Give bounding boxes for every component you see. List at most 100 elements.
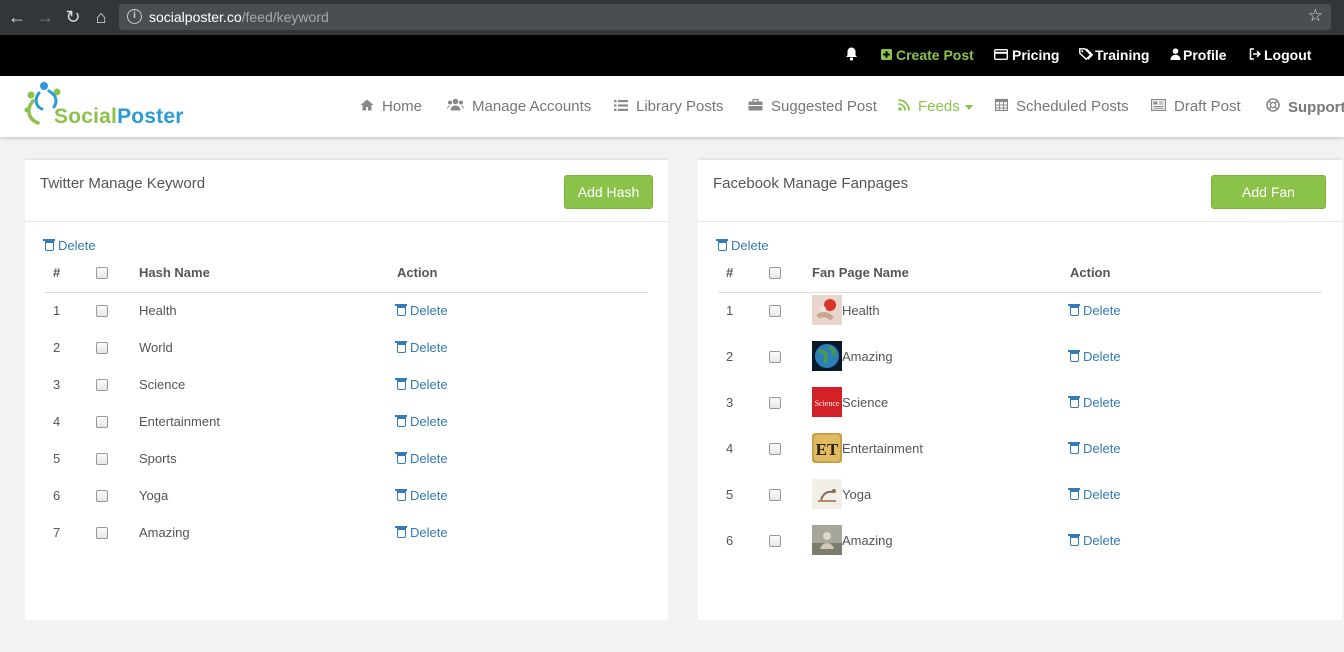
training-label: Training	[1095, 47, 1150, 63]
amazing-thumb[interactable]	[812, 525, 842, 555]
row-delete-link[interactable]: Delete	[1068, 487, 1121, 502]
column-header-hash-name: Hash Name	[139, 265, 210, 280]
nav-library-posts[interactable]: Library Posts	[614, 98, 724, 115]
home-icon[interactable]: ⌂	[90, 6, 112, 28]
nav-support[interactable]: Support	[1266, 98, 1344, 116]
science-thumb[interactable]: Science	[812, 387, 842, 417]
nav-draft-post-label: Draft Post	[1174, 98, 1241, 115]
row-checkbox[interactable]	[96, 490, 108, 502]
bulk-delete-label: Delete	[731, 238, 769, 253]
row-checkbox[interactable]	[96, 527, 108, 539]
bulk-delete-link[interactable]: Delete	[43, 238, 96, 253]
trash-icon	[1068, 534, 1080, 546]
et-thumb[interactable]: ET	[812, 433, 842, 463]
row-checkbox[interactable]	[96, 416, 108, 428]
row-delete-link[interactable]: Delete	[395, 377, 448, 392]
row-checkbox[interactable]	[96, 342, 108, 354]
trash-icon	[395, 304, 407, 316]
bulk-delete-link[interactable]: Delete	[716, 238, 769, 253]
life-ring-icon	[1266, 98, 1280, 115]
row-delete-link[interactable]: Delete	[1068, 533, 1121, 548]
trash-icon	[1068, 350, 1080, 362]
nav-library-posts-label: Library Posts	[636, 98, 724, 115]
row-delete-link[interactable]: Delete	[395, 340, 448, 355]
create-post-label: Create Post	[896, 47, 974, 63]
panel-header: Twitter Manage Keyword Add Hash	[25, 160, 668, 222]
row-delete-label: Delete	[410, 377, 448, 392]
row-number: 3	[53, 377, 61, 392]
logout-label: Logout	[1264, 47, 1312, 63]
row-checkbox[interactable]	[96, 379, 108, 391]
nav-scheduled-posts-label: Scheduled Posts	[1016, 98, 1129, 115]
row-number: 1	[726, 303, 734, 318]
add-hash-button[interactable]: Add Hash	[564, 175, 653, 209]
column-header-number: #	[53, 265, 61, 280]
hash-name: Amazing	[139, 525, 190, 540]
header-divider	[718, 292, 1322, 293]
row-checkbox[interactable]	[96, 453, 108, 465]
nav-suggested-post[interactable]: Suggested Post	[748, 98, 877, 115]
forward-arrow-icon[interactable]: →	[34, 6, 56, 28]
caret-down-icon	[964, 104, 973, 110]
row-checkbox[interactable]	[769, 489, 781, 501]
pricing-link[interactable]: Pricing	[993, 47, 1059, 63]
row-delete-link[interactable]: Delete	[395, 525, 448, 540]
nav-scheduled-posts[interactable]: Scheduled Posts	[994, 98, 1129, 115]
reload-icon[interactable]: ↻	[62, 6, 84, 28]
yoga-thumb[interactable]	[812, 479, 842, 509]
earth-thumb[interactable]	[812, 341, 842, 371]
add-fan-page-button[interactable]: Add Fan Page	[1211, 175, 1326, 232]
social-poster-logo[interactable]: SocialPoster	[24, 81, 214, 131]
info-icon[interactable]: i	[127, 9, 142, 24]
row-delete-link[interactable]: Delete	[395, 414, 448, 429]
plus-square-icon	[881, 49, 892, 63]
row-delete-link[interactable]: Delete	[395, 488, 448, 503]
briefcase-icon	[748, 98, 763, 114]
row-checkbox[interactable]	[769, 351, 781, 363]
row-delete-link[interactable]: Delete	[1068, 441, 1121, 456]
row-delete-link[interactable]: Delete	[395, 303, 448, 318]
back-arrow-icon[interactable]: ←	[6, 6, 28, 28]
nav-feeds[interactable]: Feeds	[898, 98, 973, 115]
create-post-link[interactable]: Create Post	[881, 47, 974, 63]
row-delete-link[interactable]: Delete	[1068, 349, 1121, 364]
row-delete-link[interactable]: Delete	[1068, 303, 1121, 318]
row-delete-label: Delete	[410, 303, 448, 318]
row-checkbox[interactable]	[769, 535, 781, 547]
hash-name: World	[139, 340, 173, 355]
logout-link[interactable]: Logout	[1249, 47, 1311, 63]
row-number: 4	[53, 414, 61, 429]
row-checkbox[interactable]	[769, 443, 781, 455]
training-link[interactable]: Training	[1079, 47, 1149, 63]
top-utility-bar: Create Post Pricing Training Profile Log…	[0, 35, 1344, 76]
url-text[interactable]: socialposter.co/feed/keyword	[149, 9, 329, 25]
bookmark-star-icon[interactable]: ☆	[1308, 6, 1323, 26]
twitter-keyword-panel: Twitter Manage Keyword Add Hash Delete #…	[25, 158, 668, 620]
health-thumb[interactable]	[812, 295, 842, 325]
row-number: 3	[726, 395, 734, 410]
address-bar[interactable]: i socialposter.co/feed/keyword ☆	[119, 4, 1331, 30]
logo-wordmark: SocialPoster	[54, 105, 184, 128]
trash-icon	[1068, 304, 1080, 316]
row-checkbox[interactable]	[769, 397, 781, 409]
row-checkbox[interactable]	[769, 305, 781, 317]
nav-manage-accounts[interactable]: Manage Accounts	[447, 98, 591, 115]
nav-home[interactable]: Home	[360, 98, 422, 115]
trash-icon	[395, 415, 407, 427]
trash-icon	[43, 239, 55, 251]
trash-icon	[1068, 442, 1080, 454]
newspaper-icon	[1151, 99, 1167, 114]
select-all-checkbox[interactable]	[96, 267, 108, 279]
profile-link[interactable]: Profile	[1170, 47, 1227, 63]
select-all-checkbox[interactable]	[769, 267, 781, 279]
row-delete-link[interactable]: Delete	[1068, 395, 1121, 410]
bulk-delete-label: Delete	[58, 238, 96, 253]
row-delete-link[interactable]: Delete	[395, 451, 448, 466]
row-number: 6	[53, 488, 61, 503]
nav-draft-post[interactable]: Draft Post	[1151, 98, 1241, 115]
row-number: 7	[53, 525, 61, 540]
trash-icon	[395, 378, 407, 390]
row-delete-label: Delete	[1083, 303, 1121, 318]
row-checkbox[interactable]	[96, 305, 108, 317]
bell-icon[interactable]	[845, 47, 858, 64]
